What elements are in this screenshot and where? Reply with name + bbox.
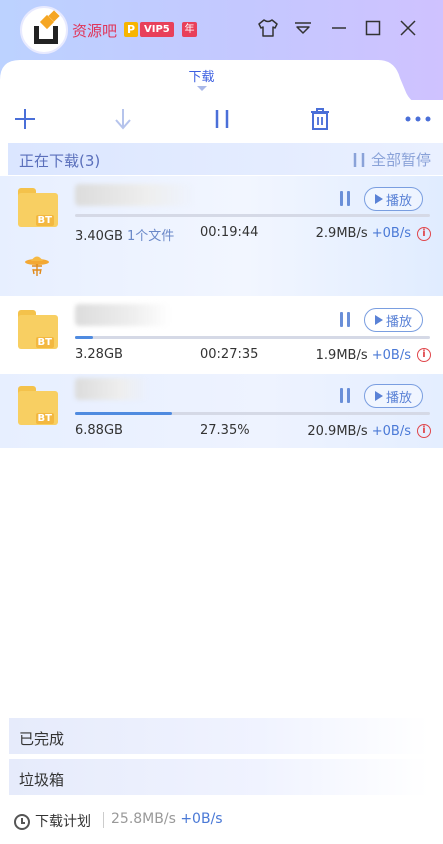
delete-button[interactable] — [305, 104, 335, 134]
play-icon — [374, 315, 383, 325]
footer-divider — [103, 812, 104, 828]
points-badge: P — [124, 22, 138, 37]
close-icon — [400, 20, 416, 36]
tab-download[interactable]: 下载 — [0, 66, 403, 85]
download-row[interactable]: BT 播放 6.88GB 27.35% 20.9MB/s +0B/s i — [0, 374, 443, 448]
task-size: 3.40GB — [75, 229, 123, 244]
accelerate-hat-icon[interactable] — [24, 252, 50, 278]
upload-speed: +0B/s — [371, 226, 411, 241]
menu-dropdown-button[interactable] — [289, 14, 317, 42]
more-button[interactable] — [403, 104, 433, 134]
more-dots-icon — [405, 116, 431, 122]
speed-text: 1.9MB/s +0B/s — [316, 348, 411, 363]
task-size: 3.28GB — [75, 347, 123, 362]
play-button[interactable]: 播放 — [364, 187, 423, 211]
play-button[interactable]: 播放 — [364, 308, 423, 332]
info-icon[interactable]: i — [417, 227, 431, 241]
download-row[interactable]: BT 播放 3.40GB 1个文件 00:19:44 2.9MB/s +0B/s … — [0, 176, 443, 296]
skin-button[interactable] — [254, 14, 282, 42]
downloading-section[interactable]: 正在下载(3) 全部暂停 — [8, 143, 443, 175]
pause-button[interactable] — [207, 104, 237, 134]
clock-icon[interactable] — [14, 814, 30, 830]
trash-section[interactable]: 垃圾箱 — [9, 759, 429, 795]
task-name — [75, 378, 150, 400]
download-row[interactable]: BT 播放 3.28GB 00:27:35 1.9MB/s +0B/s i — [0, 296, 443, 374]
row-pause-button[interactable] — [340, 388, 356, 404]
start-download-button[interactable] — [108, 104, 138, 134]
download-plan-link[interactable]: 下载计划 — [35, 811, 91, 831]
close-button[interactable] — [394, 14, 422, 42]
play-label: 播放 — [385, 193, 412, 209]
vip-badge[interactable]: VIP5 — [140, 22, 174, 37]
user-avatar[interactable] — [20, 6, 68, 54]
username[interactable]: 资源吧 — [72, 20, 117, 41]
maximize-button[interactable] — [359, 14, 387, 42]
pause-all-icon — [353, 152, 365, 167]
maximize-icon — [365, 20, 381, 36]
download-speed: 2.9MB/s — [315, 226, 368, 241]
bt-folder-icon: BT — [18, 386, 58, 426]
shirt-icon — [258, 19, 278, 37]
bt-folder-icon: BT — [18, 310, 58, 350]
total-upload-speed: +0B/s — [180, 811, 223, 827]
task-size: 6.88GB — [75, 423, 123, 438]
pause-all-label: 全部暂停 — [370, 151, 431, 169]
play-icon — [374, 391, 383, 401]
speed-text: 20.9MB/s +0B/s — [307, 424, 411, 439]
file-count[interactable]: 1个文件 — [127, 229, 174, 244]
info-icon[interactable]: i — [417, 348, 431, 362]
play-label: 播放 — [385, 390, 412, 406]
task-name — [75, 184, 195, 206]
download-speed: 1.9MB/s — [315, 348, 368, 363]
progress-bar — [75, 214, 430, 217]
task-size-text: 3.40GB 1个文件 — [75, 225, 174, 244]
progress-bar — [75, 412, 430, 415]
chevron-down-menu-icon — [295, 22, 311, 34]
progress-fill — [75, 336, 93, 339]
play-label: 播放 — [385, 314, 412, 330]
minimize-icon — [332, 27, 346, 29]
remaining-time: 00:19:44 — [200, 225, 259, 240]
pause-all-button[interactable]: 全部暂停 — [353, 149, 431, 170]
section-title: 正在下载(3) — [19, 152, 101, 170]
progress-percent: 27.35% — [200, 423, 250, 438]
trash-label: 垃圾箱 — [19, 771, 65, 789]
bt-folder-icon: BT — [18, 188, 58, 228]
tab-indicator-icon — [197, 86, 207, 91]
row-pause-button[interactable] — [340, 191, 356, 207]
year-badge: 年 — [182, 22, 197, 37]
row-pause-button[interactable] — [340, 312, 356, 328]
remaining-time: 00:27:35 — [200, 347, 259, 362]
add-task-button[interactable] — [10, 104, 40, 134]
minimize-button[interactable] — [325, 14, 353, 42]
plus-icon — [15, 109, 35, 129]
play-button[interactable]: 播放 — [364, 384, 423, 408]
progress-bar — [75, 336, 430, 339]
total-speed: 25.8MB/s +0B/s — [111, 811, 223, 827]
task-name — [75, 304, 170, 326]
upload-speed: +0B/s — [371, 348, 411, 363]
completed-label: 已完成 — [19, 730, 65, 748]
info-icon[interactable]: i — [417, 424, 431, 438]
pause-icon — [215, 110, 229, 128]
download-speed: 20.9MB/s — [307, 424, 368, 439]
progress-fill — [75, 412, 173, 415]
completed-section[interactable]: 已完成 — [9, 718, 429, 754]
play-icon — [374, 194, 383, 204]
download-arrow-icon — [115, 109, 131, 130]
speed-text: 2.9MB/s +0B/s — [316, 226, 411, 241]
total-download-speed: 25.8MB/s — [111, 811, 176, 827]
status-bar: 下载计划 25.8MB/s +0B/s — [0, 806, 443, 834]
trash-icon — [311, 108, 329, 130]
upload-speed: +0B/s — [371, 424, 411, 439]
tab-panel: 下载 — [0, 58, 443, 108]
